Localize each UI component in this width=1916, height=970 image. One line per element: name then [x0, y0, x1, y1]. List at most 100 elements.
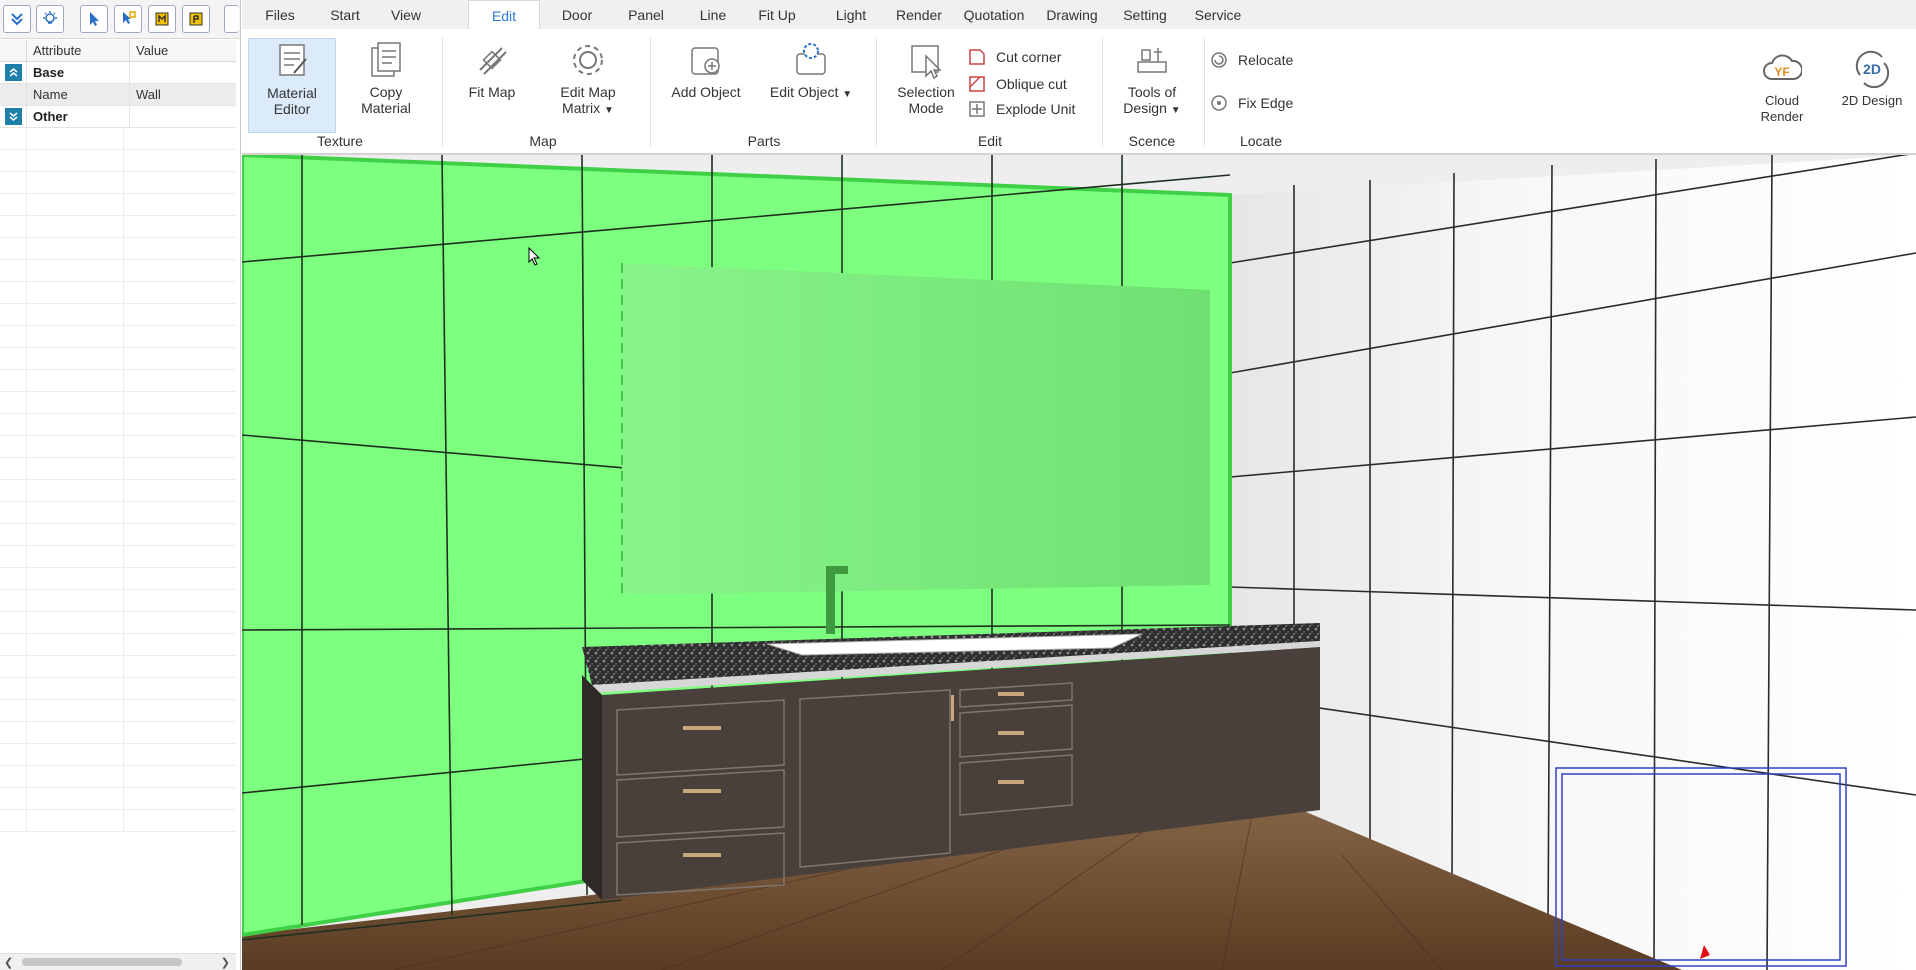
- group-row-other[interactable]: Other: [0, 106, 236, 128]
- mirror[interactable]: [622, 263, 1210, 595]
- oblique-cut-button[interactable]: Oblique cut: [968, 75, 1067, 93]
- tab-line[interactable]: Line: [688, 0, 738, 29]
- tab-panel[interactable]: Panel: [618, 0, 674, 29]
- 2d-design-icon: 2D: [1855, 50, 1890, 89]
- lock-icon: [155, 12, 169, 26]
- empty-grid-row: [0, 722, 236, 744]
- tab-view[interactable]: View: [380, 0, 432, 29]
- empty-grid-row: [0, 458, 236, 480]
- dropdown-arrow-icon: ▼: [1170, 105, 1181, 116]
- material-editor-button[interactable]: Material Editor: [248, 38, 336, 133]
- value-column-header: Value: [136, 43, 169, 58]
- tab-start[interactable]: Start: [320, 0, 370, 29]
- properties-panel: Attribute Value Base Name Wall Other ❮ ❯: [0, 0, 241, 970]
- empty-grid-row: [0, 216, 236, 238]
- collapse-icon[interactable]: [4, 64, 22, 81]
- cloud-render-button[interactable]: YF Cloud Render: [1740, 49, 1824, 125]
- empty-grid-row: [0, 304, 236, 326]
- tab-fit-up[interactable]: Fit Up: [748, 0, 806, 29]
- lock-tool-button[interactable]: [148, 5, 176, 33]
- 2d-design-button[interactable]: 2D 2D Design: [1828, 49, 1916, 109]
- empty-grid-row: [0, 128, 236, 150]
- tab-drawing[interactable]: Drawing: [1038, 0, 1106, 29]
- tools-of-design-icon: [1137, 48, 1167, 73]
- explode-unit-button[interactable]: Explode Unit: [968, 100, 1075, 118]
- tab-light[interactable]: Light: [824, 0, 878, 29]
- fit-map-button[interactable]: Fit Map: [452, 40, 532, 100]
- mouse-cursor-icon: [528, 247, 541, 266]
- empty-grid-row: [0, 524, 236, 546]
- tab-quotation[interactable]: Quotation: [956, 0, 1032, 29]
- empty-grid-row: [0, 392, 236, 414]
- tab-render[interactable]: Render: [888, 0, 950, 29]
- oblique-cut-icon: [969, 76, 985, 92]
- more-tools-button[interactable]: [224, 5, 239, 33]
- light-toggle-button[interactable]: [36, 5, 64, 33]
- ribbon-edit: Material Editor Copy Material Texture Fi…: [242, 29, 1916, 155]
- group-label-other: Other: [27, 106, 130, 127]
- empty-grid-row: [0, 172, 236, 194]
- tools-of-design-button[interactable]: Tools of Design ▼: [1104, 40, 1200, 119]
- empty-grid-row: [0, 370, 236, 392]
- dropdown-toggle-button[interactable]: [3, 5, 31, 33]
- empty-rows: [0, 128, 236, 832]
- horizontal-scrollbar[interactable]: ❮ ❯: [0, 953, 236, 970]
- empty-grid-row: [0, 546, 236, 568]
- ribbon-tab-bar: Files Start View Edit Door Panel Line Fi…: [242, 0, 1916, 31]
- tab-files[interactable]: Files: [252, 0, 308, 29]
- selection-mode-button[interactable]: Selection Mode: [878, 40, 974, 116]
- svg-text:YF: YF: [1774, 65, 1789, 79]
- expand-icon[interactable]: [4, 108, 22, 125]
- property-grid: Attribute Value Base Name Wall Other: [0, 40, 236, 832]
- tab-door[interactable]: Door: [552, 0, 602, 29]
- empty-grid-row: [0, 194, 236, 216]
- property-row-name[interactable]: Name Wall: [0, 84, 236, 106]
- empty-grid-row: [0, 700, 236, 722]
- group-label-base: Base: [27, 62, 130, 83]
- scroll-right-icon[interactable]: ❯: [221, 956, 230, 969]
- attribute-column-header: Attribute: [27, 40, 130, 61]
- dropdown-arrow-icon: ▼: [842, 89, 853, 100]
- unlock-tool-button[interactable]: [182, 5, 210, 33]
- edit-map-matrix-button[interactable]: Edit Map Matrix ▼: [542, 40, 634, 119]
- property-grid-header: Attribute Value: [0, 40, 236, 62]
- copy-material-button[interactable]: Copy Material: [340, 40, 432, 116]
- fix-edge-button[interactable]: Fix Edge: [1210, 94, 1293, 112]
- empty-grid-row: [0, 656, 236, 678]
- copy-material-icon: [371, 42, 401, 77]
- multi-cursor-icon: [123, 11, 136, 24]
- scene-render[interactable]: [242, 155, 1916, 970]
- unlock-icon: [189, 12, 203, 26]
- add-object-icon: [691, 47, 720, 75]
- tab-edit[interactable]: Edit: [468, 0, 540, 31]
- add-object-button[interactable]: Add Object: [660, 40, 752, 100]
- edit-object-button[interactable]: Edit Object ▼: [756, 40, 866, 103]
- left-toolbar: [0, 0, 240, 39]
- group-label-locate: Locate: [1239, 133, 1283, 149]
- empty-grid-row: [0, 414, 236, 436]
- cabinet-side: [582, 675, 602, 900]
- edit-object-icon: [796, 43, 826, 75]
- empty-grid-row: [0, 282, 236, 304]
- svg-text:2D: 2D: [1863, 61, 1881, 77]
- gear-icon: [573, 45, 603, 75]
- empty-grid-row: [0, 590, 236, 612]
- scrollbar-thumb[interactable]: [22, 958, 182, 966]
- property-name-value[interactable]: Wall: [130, 84, 236, 105]
- empty-grid-row: [0, 238, 236, 260]
- empty-grid-row: [0, 348, 236, 370]
- bulb-icon: [43, 11, 57, 24]
- 3d-viewport[interactable]: [242, 155, 1916, 970]
- select-tool-button[interactable]: [80, 5, 108, 33]
- empty-grid-row: [0, 766, 236, 788]
- dropdown-arrow-icon: ▼: [604, 105, 614, 116]
- scroll-left-icon[interactable]: ❮: [4, 956, 13, 969]
- property-name-label: Name: [27, 84, 130, 105]
- empty-grid-row: [0, 810, 236, 832]
- tab-service[interactable]: Service: [1186, 0, 1250, 29]
- cut-corner-button[interactable]: Cut corner: [968, 48, 1061, 66]
- group-row-base[interactable]: Base: [0, 62, 236, 84]
- relocate-button[interactable]: Relocate: [1210, 51, 1293, 69]
- tab-setting[interactable]: Setting: [1114, 0, 1176, 29]
- multi-select-button[interactable]: [114, 5, 142, 33]
